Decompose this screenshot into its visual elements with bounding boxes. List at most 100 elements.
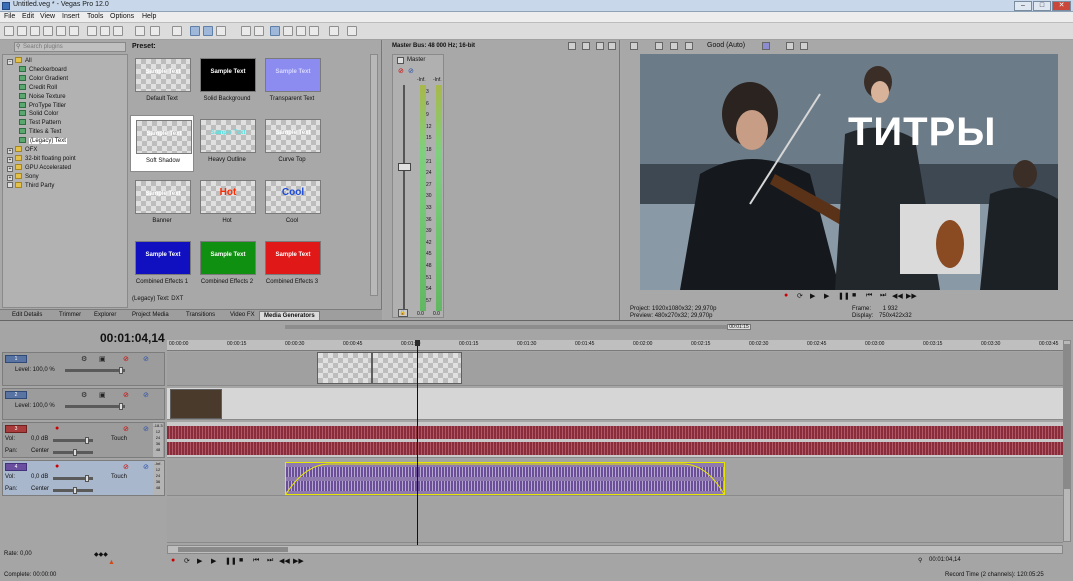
master-fx-button[interactable]: [397, 57, 404, 64]
play-icon[interactable]: ▶: [824, 292, 829, 300]
track-motion-icon-1[interactable]: ▣: [99, 355, 106, 363]
tree-item[interactable]: + Sony: [7, 172, 39, 181]
video-clip-thumbnail[interactable]: [170, 389, 222, 419]
preset-scrollbar[interactable]: [370, 54, 378, 296]
tree-item[interactable]: ProType Titler: [19, 101, 66, 109]
tree-item[interactable]: (Legacy) Text: [19, 137, 67, 145]
preset-item[interactable]: Hot Hot: [195, 176, 259, 233]
track-solo-icon-2[interactable]: ⊘: [143, 391, 149, 399]
track-solo-icon-1[interactable]: ⊘: [143, 355, 149, 363]
vol-thumb-4[interactable]: [85, 475, 89, 482]
tl-record-icon[interactable]: ●: [171, 557, 175, 564]
auto-ripple-icon[interactable]: [270, 26, 280, 36]
tree-item[interactable]: Third Party: [7, 181, 54, 189]
master-fx-icon[interactable]: [582, 42, 590, 50]
track-level-thumb-2[interactable]: [119, 403, 123, 410]
tab-transitions[interactable]: Transitions: [182, 311, 219, 320]
go-start-icon[interactable]: ⏮: [866, 292, 872, 300]
track-header-4[interactable]: 4 Vol: 0,0 dB Touch Pan: Center ● ⊘ ⊘ -I…: [2, 460, 165, 496]
tree-item[interactable]: + OFX: [7, 146, 37, 154]
preset-item[interactable]: Sample Text Curve Top: [260, 115, 324, 172]
track-mute-icon-4[interactable]: ⊘: [123, 463, 129, 471]
preset-item[interactable]: Sample Text Solid Background: [195, 54, 259, 111]
expand-toggle-icon[interactable]: [7, 181, 13, 188]
tl-play-icon[interactable]: ▶: [211, 557, 216, 565]
tree-item[interactable]: − All: [7, 57, 32, 65]
automation-mode-4[interactable]: Touch: [111, 474, 127, 480]
undo-icon[interactable]: [135, 26, 145, 36]
selection-tool-icon[interactable]: [216, 26, 226, 36]
paste-icon[interactable]: [113, 26, 123, 36]
pan-thumb-4[interactable]: [73, 487, 77, 494]
tl-go-end-icon[interactable]: ⏭: [267, 557, 273, 565]
master-downmix-icon[interactable]: [596, 42, 604, 50]
auto-crossfade-icon[interactable]: [309, 26, 319, 36]
arm-record-icon-3[interactable]: ●: [55, 425, 59, 432]
menu-file[interactable]: File: [4, 13, 15, 20]
menu-options[interactable]: Options: [110, 13, 134, 20]
save-snapshot-icon[interactable]: [800, 42, 808, 50]
tab-edit-details[interactable]: Edit Details: [8, 311, 46, 320]
stop-icon[interactable]: ■: [852, 292, 856, 299]
playhead-marker[interactable]: [415, 340, 420, 346]
copy-snapshot-icon[interactable]: [786, 42, 794, 50]
timeline-horizontal-scrollbar[interactable]: [167, 545, 1063, 554]
save-icon[interactable]: [30, 26, 40, 36]
tree-item[interactable]: + GPU Accelerated: [7, 163, 71, 172]
go-end-icon[interactable]: ⏭: [880, 292, 886, 300]
menu-insert[interactable]: Insert: [62, 13, 80, 20]
tree-item[interactable]: +32-bit floating point: [7, 154, 76, 163]
render-icon[interactable]: [56, 26, 66, 36]
master-fader[interactable]: [398, 163, 411, 171]
preset-item[interactable]: Cool Cool: [260, 176, 324, 233]
tl-stop-icon[interactable]: ■: [239, 557, 243, 564]
track-level-thumb-1[interactable]: [119, 367, 123, 374]
track-mute-icon-1[interactable]: ⊘: [123, 355, 129, 363]
redo-icon[interactable]: [150, 26, 160, 36]
loop-icon[interactable]: ⟳: [797, 292, 803, 300]
loop-region[interactable]: [285, 325, 727, 329]
master-dim-icon[interactable]: [608, 42, 616, 50]
timeline-vscroll-thumb[interactable]: [1063, 344, 1071, 489]
snapping-icon[interactable]: [254, 26, 264, 36]
expand-toggle-icon[interactable]: +: [7, 174, 13, 181]
track-solo-icon-3[interactable]: ⊘: [143, 425, 149, 433]
preview-fx-icon[interactable]: [670, 42, 678, 50]
preset-item[interactable]: Sample Text Soft Shadow: [130, 115, 194, 172]
copy-icon[interactable]: [100, 26, 110, 36]
tab-project-media[interactable]: Project Media: [128, 311, 173, 320]
track-fx-icon-2[interactable]: ⚙: [81, 391, 87, 399]
record-icon[interactable]: ●: [784, 292, 788, 299]
preset-item[interactable]: Sample Text Combined Effects 3: [260, 237, 324, 294]
maximize-button[interactable]: □: [1033, 1, 1051, 11]
history-icon[interactable]: [172, 26, 182, 36]
track-header-2[interactable]: 2 Level: 100,0 % ⚙ ▣ ⊘ ⊘: [2, 388, 165, 420]
preview-quality-select[interactable]: Good (Auto): [707, 42, 745, 49]
tl-play-from-start-icon[interactable]: ▶: [197, 557, 202, 565]
tl-pause-icon[interactable]: ❚❚: [225, 557, 237, 565]
search-plugins-input[interactable]: Search plugins: [14, 42, 126, 52]
ignore-grouping-icon[interactable]: [296, 26, 306, 36]
rate-slider[interactable]: ◆◆◆: [94, 551, 112, 558]
tl-next-frame-icon[interactable]: ▶▶: [293, 557, 304, 565]
preset-item[interactable]: Sample Text Heavy Outline: [195, 115, 259, 172]
prev-frame-icon[interactable]: ◀◀: [892, 292, 903, 300]
menu-tools[interactable]: Tools: [87, 13, 103, 20]
tab-video-fx[interactable]: Video FX: [226, 311, 259, 320]
audio-clip-track-4[interactable]: [285, 462, 725, 495]
track-motion-icon-2[interactable]: ▣: [99, 391, 106, 399]
menu-view[interactable]: View: [40, 13, 55, 20]
open-icon[interactable]: [17, 26, 27, 36]
track-level-slider-2[interactable]: [65, 405, 125, 408]
save-as-icon[interactable]: [43, 26, 53, 36]
solo-icon[interactable]: ⊘: [408, 67, 414, 75]
master-props-icon[interactable]: [568, 42, 576, 50]
track-fx-icon-1[interactable]: ⚙: [81, 355, 87, 363]
cut-icon[interactable]: [87, 26, 97, 36]
text-clip-1[interactable]: [317, 352, 372, 384]
vol-thumb-3[interactable]: [85, 437, 89, 444]
expand-toggle-icon[interactable]: +: [7, 165, 13, 172]
track-lane-1[interactable]: [167, 352, 1063, 386]
preset-item[interactable]: Sample Text Default Text: [130, 54, 194, 111]
track-lane-4[interactable]: [167, 460, 1063, 496]
